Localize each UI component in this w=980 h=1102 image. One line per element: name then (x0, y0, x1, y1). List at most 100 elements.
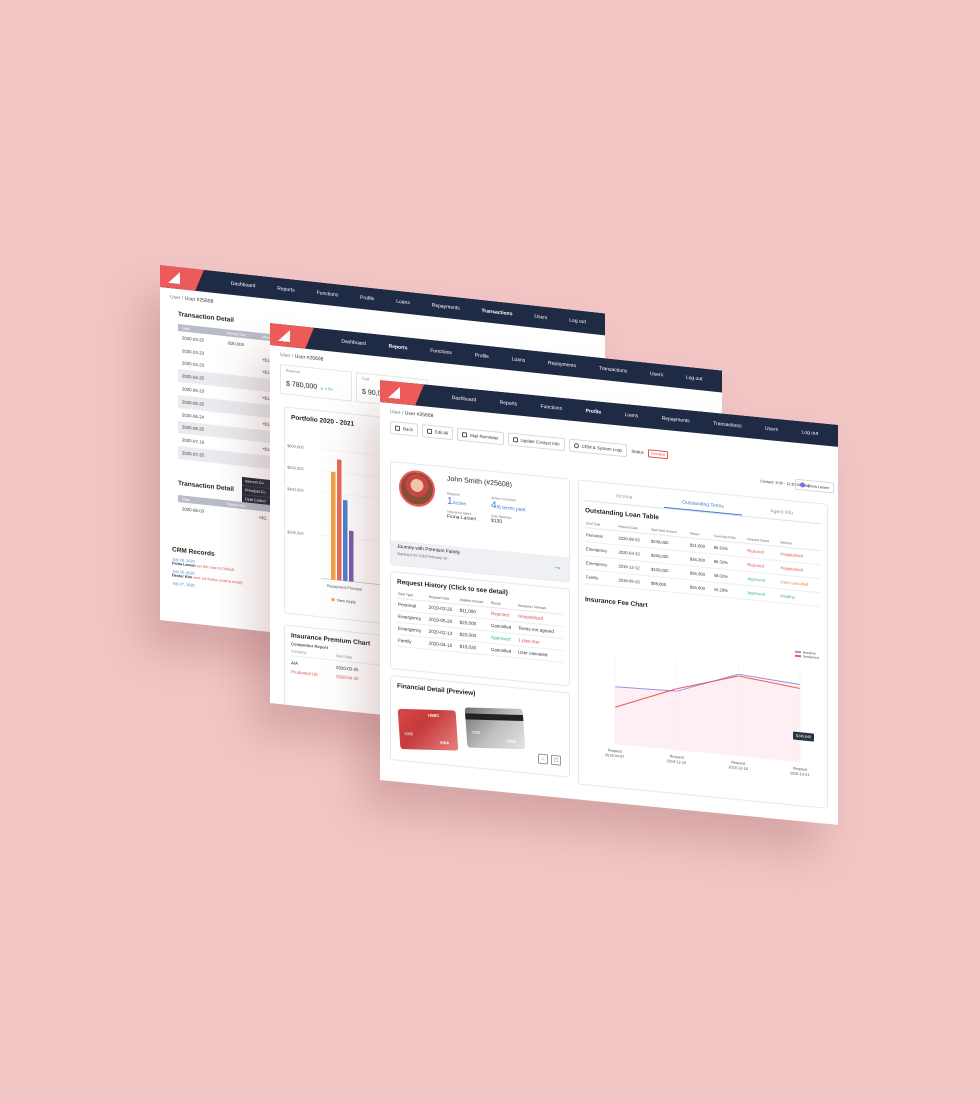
mockup-stage: Dashboard Reports Functions Profile Loan… (0, 0, 980, 1102)
card-number: 4300 (471, 729, 481, 735)
tab-outstanding-terms[interactable]: Outstanding Terms (663, 494, 743, 516)
row-out (227, 445, 262, 449)
download-icon[interactable]: ↓ (538, 753, 548, 765)
mail-label: Mail Reminder (470, 432, 499, 441)
bar[interactable] (337, 459, 342, 581)
mail-reminder-button[interactable]: Mail Reminder (457, 427, 504, 446)
nav-repayments[interactable]: Repayments (662, 416, 690, 425)
loan-section: Outstanding Loan Table Deal Type Request… (585, 507, 821, 607)
legend-label: Settlement (802, 654, 819, 661)
user-name: John Smith (#25608) (447, 475, 512, 489)
edit-all-button[interactable]: Edit All (421, 424, 454, 441)
row-date: 2020-08-03 (182, 506, 204, 514)
y-tick-label: $400,000 (287, 486, 304, 493)
row-date: 2020-07-25 (182, 450, 204, 458)
agent-chip[interactable]: Fiona Larsen (795, 478, 834, 494)
left-column: John Smith (#25608) Request 1Active Acti… (390, 460, 570, 778)
kpi-value: $ 780,000 (286, 380, 318, 391)
chart-area (615, 674, 800, 763)
nav-users[interactable]: Users (534, 314, 547, 321)
user-avatar (399, 468, 435, 509)
nav-loans[interactable]: Loans (512, 356, 526, 363)
row-out (227, 458, 262, 462)
nav-reports[interactable]: Reports (389, 343, 408, 351)
status-label: Status (631, 448, 644, 455)
breadcrumb-root[interactable]: User / (280, 352, 293, 359)
row-company: AIA (291, 660, 299, 666)
x-tick-label: Repayment Principal (327, 584, 362, 592)
kpi-revenue: Revenue $ 780,000 ▲ 4.5% (280, 364, 352, 402)
nav-profile[interactable]: Profile (360, 295, 374, 303)
nav-functions[interactable]: Functions (317, 290, 339, 298)
nav-reports[interactable]: Reports (500, 400, 518, 408)
credit-card-hsbc[interactable]: HSBC 4300 VISA (397, 708, 459, 751)
x-tick-label: 2020-10-21 (790, 771, 809, 777)
cell-status: Approved (746, 585, 780, 603)
nav-logout[interactable]: Log out (686, 375, 703, 383)
request-sub: Active (452, 500, 467, 508)
back-icon (395, 425, 400, 431)
row-company: Prudential UK (291, 669, 319, 678)
nav-dashboard[interactable]: Dashboard (452, 395, 476, 403)
legend-dot (331, 598, 335, 602)
cell-total: $98,000 (649, 575, 689, 594)
right-panel: Income Outstanding Terms Agent Info Outs… (578, 479, 828, 809)
breadcrumb-current: User #25608 (404, 410, 434, 420)
bar[interactable] (343, 499, 348, 582)
credit-card-silver[interactable]: 4300 VISA (464, 707, 526, 750)
cell-result: Cancelled (489, 643, 518, 658)
nav-reports[interactable]: Reports (277, 286, 295, 294)
lock-icon[interactable]: ▢ (551, 754, 561, 766)
card-network: VISA (439, 740, 450, 746)
tab-income[interactable]: Income (585, 487, 664, 508)
y-tick-label: $600,000 (287, 443, 304, 450)
update-label: Update Contact Info (520, 437, 560, 447)
nav-transactions[interactable]: Transactions (713, 421, 741, 430)
back-button[interactable]: Back (390, 420, 418, 437)
nav-profile[interactable]: Profile (586, 408, 602, 416)
nav-loans[interactable]: Loans (625, 412, 639, 419)
logo-block (380, 380, 424, 406)
financial-title: Financial Detail (Preview) (397, 682, 476, 698)
nav-dashboard[interactable]: Dashboard (341, 339, 365, 348)
row-out (227, 368, 262, 372)
nav-transactions[interactable]: Transactions (599, 366, 627, 375)
nav-functions[interactable]: Functions (430, 348, 452, 356)
arrow-right-icon[interactable]: → (553, 561, 562, 572)
crm-user: Dexter Kim (172, 573, 193, 580)
nav-repayments[interactable]: Repayments (548, 360, 576, 369)
nav-dashboard[interactable]: Dashboard (231, 281, 255, 290)
update-contact-button[interactable]: Update Contact Info (507, 432, 565, 452)
fee-legend: Baseline Settlement (794, 650, 819, 661)
row-out (227, 355, 262, 359)
x-tick-label: 2019-12-10 (667, 759, 686, 765)
nav-functions[interactable]: Functions (541, 404, 563, 412)
request-table: Deal Type Request Date Applied Amount Re… (397, 589, 563, 663)
nav-logout[interactable]: Log out (569, 317, 586, 325)
cell-ratio: 42.29% (712, 582, 747, 600)
bar[interactable] (331, 471, 336, 580)
logo-block (270, 323, 314, 350)
nav-transactions[interactable]: Transactions (482, 308, 513, 317)
nav-users[interactable]: Users (765, 426, 778, 433)
edit-label: Edit All (434, 429, 449, 436)
nav-loans[interactable]: Loans (396, 299, 410, 306)
nav-profile[interactable]: Profile (475, 353, 489, 360)
nav-repayments[interactable]: Repayments (432, 303, 460, 312)
fee-line-chart: Request2019-04-07 Request2019-12-10 Reques… (605, 654, 809, 777)
row-out (227, 394, 262, 398)
nav-users[interactable]: Users (650, 371, 663, 378)
crm-logs-button[interactable]: CRM & System Logs (568, 438, 628, 458)
profile-card: John Smith (#25608) Request 1Active Acti… (390, 460, 570, 583)
cell-balance: Healthy (779, 588, 821, 607)
y-tick-label: $200,000 (287, 529, 304, 536)
row-out (227, 432, 262, 436)
tab-agent-info[interactable]: Agent Info (742, 503, 821, 524)
breadcrumb-root[interactable]: User / (390, 409, 403, 416)
financial-card: Financial Detail (Preview) HSBC 4300 VIS… (390, 674, 570, 778)
financial-actions: ↓ ▢ (538, 753, 561, 766)
breadcrumb-root[interactable]: User / (170, 294, 183, 301)
bar[interactable] (349, 530, 354, 582)
legend-label: New Apply (337, 598, 356, 605)
nav-logout[interactable]: Log out (802, 429, 819, 437)
